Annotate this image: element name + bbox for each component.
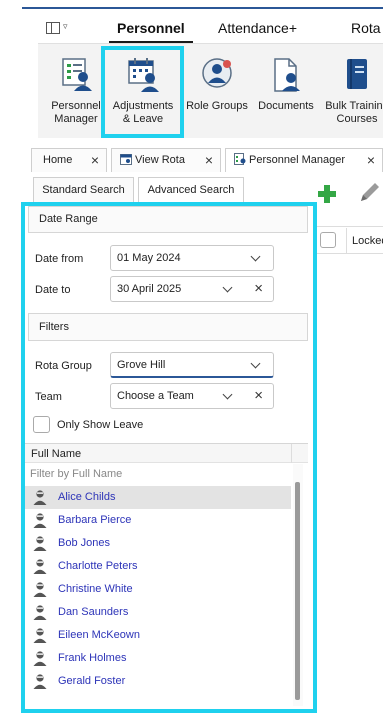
personnel-manager-label-2: Manager: [54, 113, 98, 125]
doc-tab-view-rota[interactable]: View Rota ×: [111, 148, 221, 172]
top-accent-line: [22, 7, 383, 9]
person-name-link[interactable]: Barbara Pierce: [58, 514, 131, 526]
list-item[interactable]: Eileen McKeown: [25, 624, 291, 647]
rota-group-label: Rota Group: [35, 360, 92, 372]
document-tab-strip: Home × View Rota × Personnel Manager ×: [0, 145, 383, 173]
person-name-link[interactable]: Charlotte Peters: [58, 560, 137, 572]
date-to-label: Date to: [35, 284, 71, 296]
date-range-title: Date Range: [39, 213, 98, 225]
list-item[interactable]: Gerald Foster: [25, 670, 291, 693]
role-groups-icon: [200, 56, 234, 94]
chevron-down-icon[interactable]: [222, 282, 233, 293]
person-icon: [32, 581, 48, 597]
full-name-column-header[interactable]: Full Name: [25, 443, 308, 463]
person-name-link[interactable]: Christine White: [58, 583, 133, 595]
person-name-link[interactable]: Frank Holmes: [58, 652, 126, 664]
doc-tab-home-label: Home: [43, 154, 73, 166]
person-icon: [32, 489, 48, 505]
clear-icon[interactable]: ×: [254, 280, 263, 297]
personnel-manager-button[interactable]: Personnel Manager: [46, 56, 106, 126]
rota-group-select[interactable]: Grove Hill: [110, 352, 274, 378]
date-to-value: 30 April 2025: [117, 283, 182, 295]
full-name-filter-input[interactable]: Filter by Full Name: [30, 468, 122, 480]
role-groups-label: Role Groups: [186, 100, 248, 112]
tab-advanced-search[interactable]: Advanced Search: [138, 177, 244, 204]
only-show-leave-checkbox[interactable]: [33, 416, 50, 433]
doc-tab-home[interactable]: Home ×: [31, 148, 107, 172]
person-name-link[interactable]: Eileen McKeown: [58, 629, 140, 641]
team-select[interactable]: Choose a Team ×: [110, 383, 274, 409]
person-icon: [32, 535, 48, 551]
team-label: Team: [35, 391, 62, 403]
full-name-header-label: Full Name: [31, 448, 82, 460]
bulk-training-label-2: Courses: [336, 113, 378, 125]
filters-header: [28, 313, 308, 341]
person-icon: [32, 627, 48, 643]
adjustments-highlight-frame: [101, 46, 184, 138]
clear-icon[interactable]: ×: [254, 387, 263, 404]
person-icon: [32, 673, 48, 689]
calendar-icon: [120, 151, 132, 165]
chevron-down-icon[interactable]: [250, 358, 261, 369]
person-icon: [32, 558, 48, 574]
close-icon[interactable]: ×: [367, 149, 375, 171]
list-item[interactable]: Charlotte Peters: [25, 555, 291, 578]
personnel-manager-icon: [59, 56, 93, 94]
only-show-leave-label: Only Show Leave: [57, 419, 144, 431]
grid-column-locked[interactable]: Locked: [352, 235, 383, 247]
documents-label: Documents: [258, 100, 314, 112]
doc-tab-personnel-manager-label: Personnel Manager: [249, 154, 346, 166]
rota-group-value: Grove Hill: [117, 359, 166, 371]
date-from-picker[interactable]: 01 May 2024: [110, 245, 274, 271]
list-item[interactable]: Christine White: [25, 578, 291, 601]
person-name-link[interactable]: Gerald Foster: [58, 675, 125, 687]
list-item[interactable]: Dan Saunders: [25, 601, 291, 624]
list-item[interactable]: Frank Holmes: [25, 647, 291, 670]
column-divider: [291, 444, 292, 463]
documents-button[interactable]: Documents: [254, 56, 318, 113]
full-name-filter-row[interactable]: Filter by Full Name: [25, 464, 293, 484]
date-from-label: Date from: [35, 253, 84, 265]
grid-column-divider: [346, 228, 347, 253]
list-scrollbar-thumb[interactable]: [295, 482, 300, 700]
list-item[interactable]: Alice Childs: [25, 486, 291, 509]
chevron-down-icon[interactable]: [222, 389, 233, 400]
add-icon[interactable]: [316, 183, 338, 205]
date-to-picker[interactable]: 30 April 2025 ×: [110, 276, 274, 302]
person-name-link[interactable]: Dan Saunders: [58, 606, 128, 618]
tab-personnel[interactable]: Personnel: [117, 20, 185, 36]
top-menu-bar: ▿ Personnel Attendance+ Rota: [0, 0, 383, 43]
training-book-icon: [340, 56, 374, 94]
ribbon-toggle-button[interactable]: ▿: [45, 18, 75, 38]
person-icon: [32, 650, 48, 666]
close-icon[interactable]: ×: [91, 149, 99, 171]
edit-pencil-icon[interactable]: [355, 180, 383, 206]
document-person-icon: [269, 56, 303, 94]
grid-select-all-checkbox[interactable]: [320, 232, 336, 248]
role-groups-button[interactable]: Role Groups: [184, 56, 250, 113]
person-icon: [32, 512, 48, 528]
personnel-manager-label-1: Personnel: [51, 100, 101, 112]
person-name-link[interactable]: Bob Jones: [58, 537, 110, 549]
tab-rota[interactable]: Rota: [351, 20, 381, 36]
tab-standard-search[interactable]: Standard Search: [33, 177, 134, 204]
list-item[interactable]: Barbara Pierce: [25, 509, 291, 532]
team-value: Choose a Team: [117, 390, 194, 402]
doc-tab-personnel-manager[interactable]: Personnel Manager ×: [225, 148, 383, 172]
panel-layout-icon: [46, 22, 60, 34]
bulk-training-courses-button[interactable]: Bulk Training Courses: [322, 56, 383, 126]
list-item[interactable]: Bob Jones: [25, 532, 291, 555]
bulk-training-label-1: Bulk Training: [325, 100, 383, 112]
chevron-down-icon: ▿: [63, 21, 68, 31]
chevron-down-icon[interactable]: [250, 251, 261, 262]
date-from-value: 01 May 2024: [117, 252, 181, 264]
person-icon: [32, 604, 48, 620]
doc-tab-view-rota-label: View Rota: [135, 154, 185, 166]
close-icon[interactable]: ×: [205, 149, 213, 171]
filters-title: Filters: [39, 321, 69, 333]
personnel-checklist-icon: [234, 151, 246, 165]
person-name-link[interactable]: Alice Childs: [58, 491, 115, 503]
tab-attendance[interactable]: Attendance+: [218, 20, 297, 36]
